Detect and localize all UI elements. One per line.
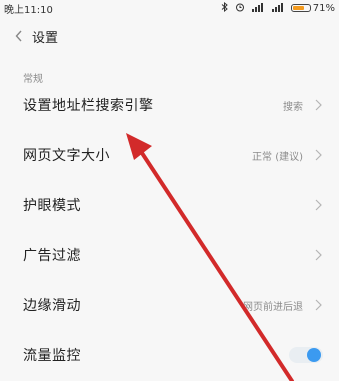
chevron-right-icon — [313, 198, 323, 212]
status-icons: 71% — [221, 1, 335, 15]
signal-icon-2 — [271, 2, 285, 15]
setting-value: 正常 (建议) — [252, 151, 303, 163]
chevron-right-icon — [313, 98, 323, 112]
status-bar: 晚上11:10 71% — [0, 0, 339, 16]
toggle-knob — [307, 348, 321, 362]
battery-icon — [290, 4, 311, 12]
page-title: 设置 — [32, 30, 59, 46]
chevron-right-icon — [313, 298, 323, 312]
setting-label: 网页文字大小 — [23, 148, 110, 164]
signal-icon — [251, 2, 265, 15]
chevron-left-icon[interactable] — [10, 27, 28, 45]
alarm-icon — [235, 2, 245, 15]
section-label-general: 常规 — [23, 74, 43, 85]
bluetooth-icon — [221, 1, 229, 15]
battery-percent: 71% — [312, 2, 335, 14]
setting-row-eye-protection[interactable]: 护眼模式 — [0, 180, 339, 230]
setting-row-ad-filter[interactable]: 广告过滤 — [0, 230, 339, 280]
setting-label: 边缘滑动 — [23, 298, 81, 314]
setting-row-search-engine[interactable]: 设置地址栏搜索引擎 搜索 — [0, 80, 339, 130]
chevron-right-icon — [313, 148, 323, 162]
setting-row-edge-swipe[interactable]: 边缘滑动 网页前进后退 — [0, 280, 339, 330]
setting-label: 设置地址栏搜索引擎 — [23, 98, 154, 114]
battery-indicator: 71% — [290, 2, 335, 14]
setting-label: 流量监控 — [23, 348, 81, 364]
setting-row-traffic-monitor: 流量监控 — [0, 330, 339, 380]
settings-screen: 晚上11:10 71% 设置 常规 设置地址栏搜索引擎 搜索 网页文字大小 正常… — [0, 0, 339, 381]
chevron-right-icon — [313, 248, 323, 262]
traffic-monitor-toggle[interactable] — [289, 347, 323, 363]
setting-row-font-size[interactable]: 网页文字大小 正常 (建议) — [0, 130, 339, 180]
setting-value: 搜索 — [283, 101, 303, 113]
app-header: 设置 — [0, 16, 339, 56]
setting-label: 护眼模式 — [23, 198, 81, 214]
status-time: 晚上11:10 — [4, 4, 53, 16]
setting-value: 网页前进后退 — [243, 301, 303, 313]
battery-fill — [292, 6, 304, 10]
setting-label: 广告过滤 — [23, 248, 81, 264]
